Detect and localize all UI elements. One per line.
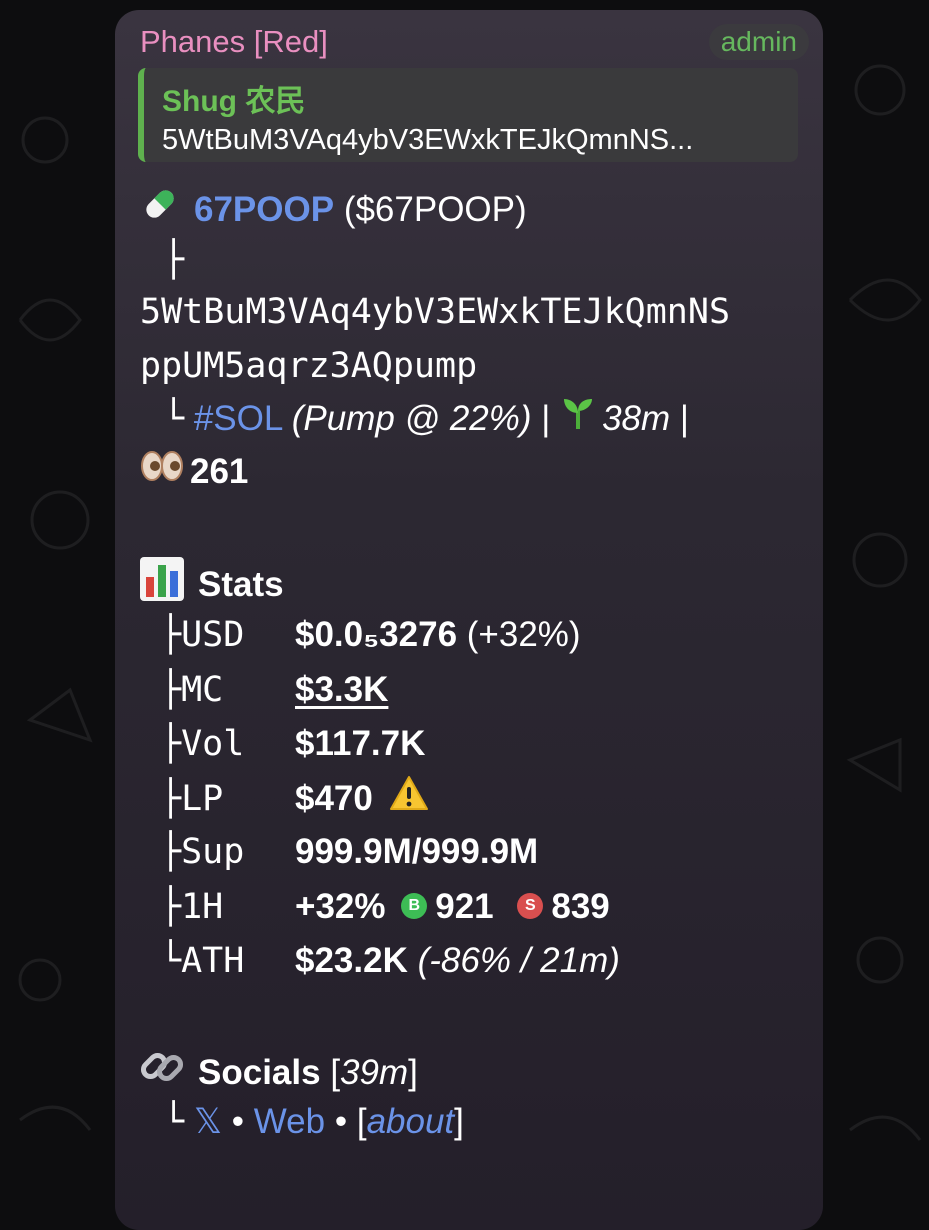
stats-title: Stats (198, 564, 284, 604)
stats-header: Stats (140, 557, 284, 613)
sell-icon: S (517, 892, 544, 919)
stat-value-sup: 999.9M/999.9M (295, 832, 539, 871)
stat-key-label: 1H (181, 887, 224, 927)
buy-count: 921 (435, 887, 494, 926)
stat-branch: ├ (160, 724, 182, 764)
ath-change: (-86% / 21m) (417, 941, 620, 980)
stat-branch: ├ (160, 778, 182, 819)
stat-value-usd: $0.0₅3276 (295, 615, 458, 654)
message-bubble: Phanes [Red] admin Shug 农民 5WtBuM3VAq4yb… (115, 10, 823, 1230)
reply-author: Shug 农民 (162, 85, 306, 118)
web-link[interactable]: Web (254, 1102, 325, 1141)
stat-key-sup: ├Sup (160, 832, 295, 872)
sender-name[interactable]: Phanes [Red] (140, 24, 328, 60)
stat-key-label: Sup (181, 832, 245, 872)
socials-age-close: ] (408, 1052, 418, 1092)
stat-key-1h: ├1H (160, 887, 295, 927)
chain-line: └ #SOL (Pump @ 22%) | 38m | (163, 398, 689, 443)
views-line: 261 (140, 449, 249, 495)
separator: | (679, 398, 690, 438)
stat-row-vol: ├Vol $117.7K (160, 724, 425, 764)
stat-key-label: ATH (181, 941, 245, 981)
view-count: 261 (190, 452, 249, 491)
separator-dot: • (231, 1102, 245, 1141)
stat-branch: ├ (160, 832, 182, 872)
stat-row-mc: ├MC $3.3K (160, 670, 388, 710)
stat-row-usd: ├USD $0.0₅3276 (+32%) (160, 615, 581, 655)
token-address-line1[interactable]: 5WtBuM3VAq4ybV3EWxkTEJkQmnNS (140, 292, 730, 332)
stat-value-vol: $117.7K (295, 724, 426, 763)
stat-value-ath: $23.2K (295, 941, 408, 980)
stat-key-ath: └ATH (160, 941, 295, 981)
stat-value-lp: $470 (295, 778, 373, 818)
link-icon (140, 1045, 184, 1098)
socials-header: Socials [39m] (140, 1048, 418, 1101)
usd-change: (+32%) (466, 615, 581, 654)
bar-chart-icon (140, 557, 184, 610)
token-line: 67POOP ($67POOP) (140, 187, 527, 236)
warning-icon (389, 775, 429, 820)
stat-key-vol: ├Vol (160, 724, 295, 764)
about-open: [ (356, 1102, 367, 1141)
stat-branch: ├ (160, 887, 182, 927)
separator-dot: • (334, 1102, 348, 1141)
market-cap-link[interactable]: $3.3K (295, 670, 388, 709)
chain-branch: └ (163, 398, 185, 439)
socials-title: Socials (198, 1052, 321, 1092)
stat-key-mc: ├MC (160, 670, 295, 710)
about-close: ] (454, 1102, 464, 1141)
seedling-icon (560, 395, 596, 440)
separator: | (541, 398, 551, 438)
stat-value-1h: +32% (295, 887, 386, 926)
stat-key-label: LP (181, 778, 224, 819)
socials-branch: └ (163, 1102, 185, 1142)
chain-hashtag[interactable]: #SOL (194, 399, 282, 438)
stat-key-label: USD (181, 615, 245, 655)
reply-preview[interactable]: Shug 农民 5WtBuM3VAq4ybV3EWxkTEJkQmnNS... (138, 68, 798, 162)
sell-count: 839 (551, 887, 610, 926)
token-name-link[interactable]: 67POOP (194, 190, 334, 229)
stat-key-label: Vol (181, 724, 245, 764)
token-age: 38m (602, 398, 671, 438)
stat-row-1h: ├1H +32% B 921 S 839 (160, 887, 610, 927)
platform-info: (Pump @ 22%) (291, 398, 532, 438)
address-branch: ├ (163, 240, 185, 280)
about-link[interactable]: about (367, 1102, 455, 1141)
stat-branch: ├ (160, 670, 182, 710)
stat-branch: ├ (160, 615, 182, 655)
stat-key-lp: ├LP (160, 779, 295, 819)
stat-branch: └ (160, 941, 182, 981)
socials-age-open: [ (330, 1052, 341, 1092)
stat-key-usd: ├USD (160, 615, 295, 655)
token-address-line2[interactable]: ppUM5aqrz3AQpump (140, 346, 477, 386)
stat-key-label: MC (181, 670, 224, 710)
eyes-icon (140, 449, 184, 492)
buy-icon: B (401, 892, 428, 919)
stat-row-ath: └ATH $23.2K (-86% / 21m) (160, 941, 620, 981)
token-ticker: ($67POOP) (343, 189, 527, 229)
admin-badge: admin (708, 24, 809, 60)
stat-row-lp: ├LP $470 (160, 775, 443, 823)
pill-icon (140, 184, 180, 233)
socials-age: 39m (340, 1052, 409, 1092)
x-link[interactable]: 𝕏 (194, 1102, 222, 1141)
socials-links: └ 𝕏 • Web • [about] (163, 1102, 464, 1142)
reply-text: 5WtBuM3VAq4ybV3EWxkTEJkQmnNS... (162, 124, 694, 156)
stat-row-sup: ├Sup 999.9M/999.9M (160, 832, 538, 872)
